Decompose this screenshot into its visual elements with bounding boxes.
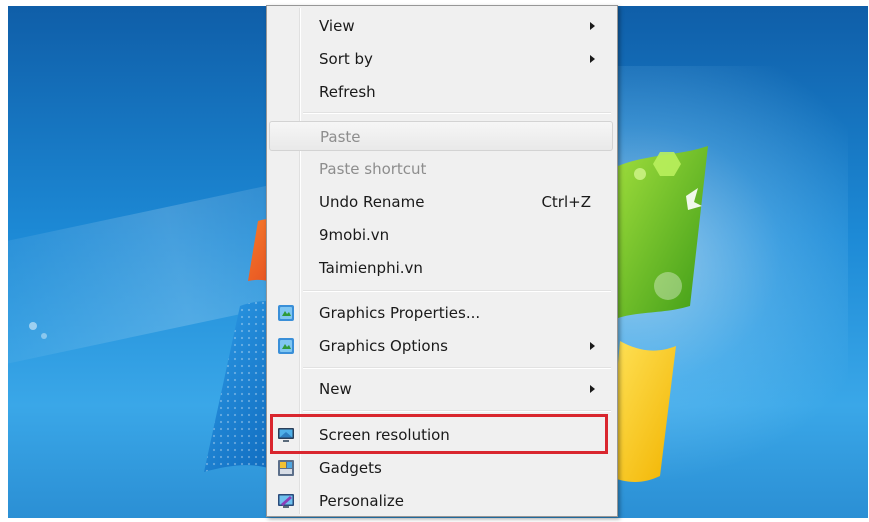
menu-item-shortcut: Ctrl+Z xyxy=(541,193,591,211)
highlight-annotation-box xyxy=(270,414,608,454)
menu-item-personalize[interactable]: Personalize xyxy=(269,486,613,516)
gadgets-icon xyxy=(278,460,294,476)
menu-item-label: 9mobi.vn xyxy=(319,226,390,244)
menu-item-paste[interactable]: Paste xyxy=(269,121,613,151)
menu-item-label: Personalize xyxy=(319,492,405,510)
menu-separator xyxy=(303,410,611,412)
submenu-arrow-icon xyxy=(590,55,595,63)
menu-item-refresh[interactable]: Refresh xyxy=(269,77,613,107)
menu-item-undo-rename[interactable]: Undo Rename Ctrl+Z xyxy=(269,187,613,217)
menu-separator xyxy=(303,367,611,369)
menu-item-label: Taimienphi.vn xyxy=(319,259,423,277)
menu-item-label: View xyxy=(319,17,355,35)
menu-item-graphics-options[interactable]: Graphics Options xyxy=(269,331,613,361)
menu-separator xyxy=(303,290,611,292)
menu-item-label: Paste shortcut xyxy=(319,160,427,178)
graphics-properties-icon xyxy=(278,305,294,321)
menu-item-new[interactable]: New xyxy=(269,374,613,404)
personalize-icon xyxy=(278,494,294,508)
menu-separator xyxy=(303,112,611,114)
menu-item-9mobi[interactable]: 9mobi.vn xyxy=(269,220,613,250)
menu-item-gadgets[interactable]: Gadgets xyxy=(269,453,613,483)
graphics-options-icon xyxy=(278,338,294,354)
menu-item-label: Refresh xyxy=(319,83,376,101)
menu-item-sort-by[interactable]: Sort by xyxy=(269,44,613,74)
menu-item-taimienphi[interactable]: Taimienphi.vn xyxy=(269,253,613,283)
menu-item-paste-shortcut[interactable]: Paste shortcut xyxy=(269,154,613,184)
menu-item-label: Sort by xyxy=(319,50,373,68)
submenu-arrow-icon xyxy=(590,342,595,350)
submenu-arrow-icon xyxy=(590,385,595,393)
menu-item-label: Paste xyxy=(320,128,361,146)
menu-item-label: New xyxy=(319,380,352,398)
submenu-arrow-icon xyxy=(590,22,595,30)
menu-item-graphics-properties[interactable]: Graphics Properties... xyxy=(269,298,613,328)
menu-item-label: Undo Rename xyxy=(319,193,425,211)
menu-item-label: Graphics Properties... xyxy=(319,304,481,322)
menu-item-label: Gadgets xyxy=(319,459,382,477)
menu-item-label: Graphics Options xyxy=(319,337,448,355)
menu-item-view[interactable]: View xyxy=(269,11,613,41)
